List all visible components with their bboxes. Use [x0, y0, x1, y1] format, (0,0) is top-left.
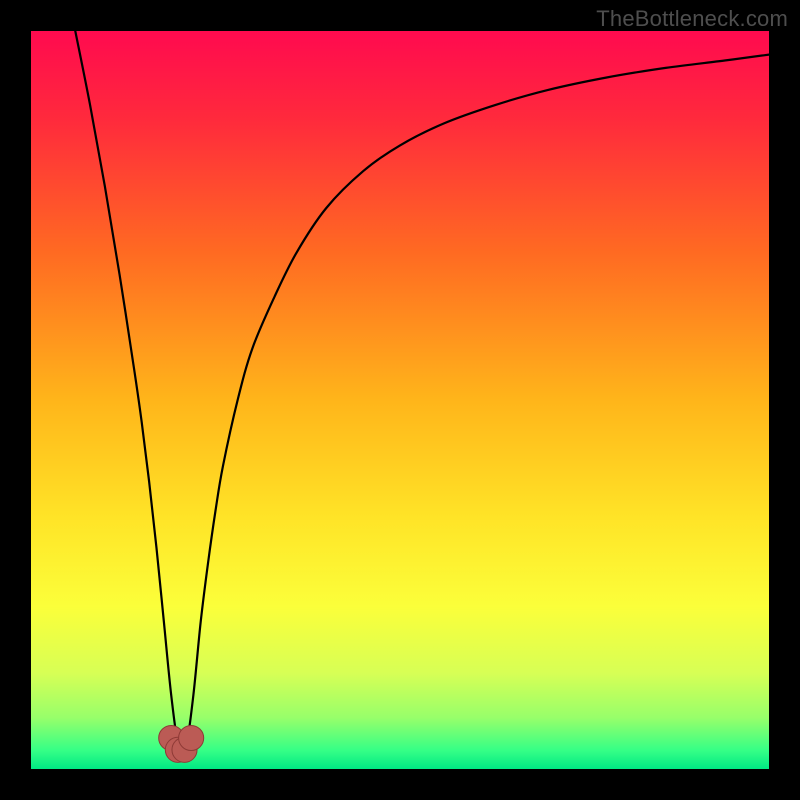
watermark-text: TheBottleneck.com — [596, 6, 788, 32]
outer-frame: TheBottleneck.com — [0, 0, 800, 800]
minimum-marker — [179, 725, 204, 750]
gradient-background — [31, 31, 769, 769]
bottleneck-chart — [31, 31, 769, 769]
plot-area — [31, 31, 769, 769]
